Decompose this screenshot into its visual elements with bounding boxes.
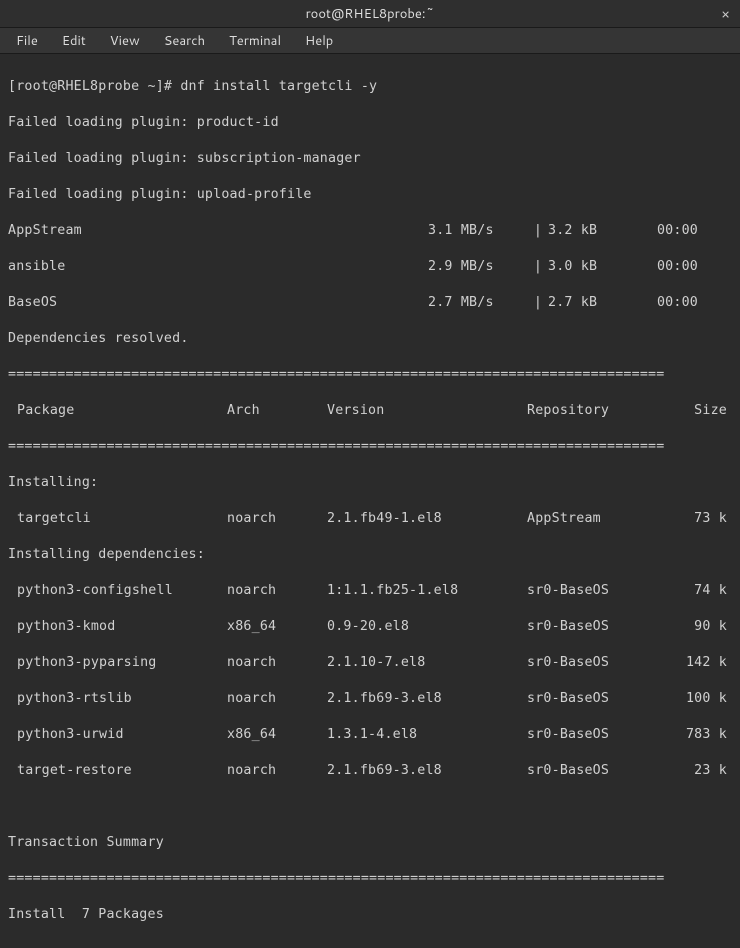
col-repository: Repository — [527, 402, 667, 420]
install-count: Install 7 Packages — [8, 906, 732, 924]
repo-time: 00:00 — [628, 222, 698, 240]
pkg-arch: x86_64 — [227, 726, 327, 744]
pkg-name: targetcli — [17, 510, 227, 528]
repo-time: 00:00 — [628, 258, 698, 276]
package-row: python3-configshellnoarch1:1.1.fb25-1.el… — [8, 582, 732, 600]
pkg-version: 1.3.1-4.el8 — [327, 726, 527, 744]
repo-row: BaseOS2.7 MB/s|2.7 kB00:00 — [8, 294, 732, 312]
separator-line: ========================================… — [8, 366, 732, 384]
table-header: PackageArchVersionRepositorySize — [8, 402, 732, 420]
pkg-repo: sr0-BaseOS — [527, 618, 667, 636]
command-text: dnf install targetcli -y — [180, 79, 377, 94]
output-line: Failed loading plugin: product-id — [8, 114, 732, 132]
window-titlebar: root@RHEL8probe:~ × — [0, 0, 740, 28]
menu-file[interactable]: File — [6, 28, 48, 54]
pkg-arch: noarch — [227, 762, 327, 780]
pkg-name: target-restore — [17, 762, 227, 780]
pkg-name: python3-pyparsing — [17, 654, 227, 672]
pkg-version: 2.1.fb49-1.el8 — [327, 510, 527, 528]
pkg-size: 100 k — [667, 690, 727, 708]
package-row: targetclinoarch2.1.fb49-1.el8AppStream73… — [8, 510, 732, 528]
repo-bytes: 3.0 kB — [548, 258, 628, 276]
pkg-version: 1:1.1.fb25-1.el8 — [327, 582, 527, 600]
pkg-size: 74 k — [667, 582, 727, 600]
repo-name: AppStream — [8, 222, 428, 240]
pkg-repo: sr0-BaseOS — [527, 582, 667, 600]
close-icon[interactable]: × — [721, 4, 730, 24]
output-line: Failed loading plugin: subscription-mana… — [8, 150, 732, 168]
repo-name: ansible — [8, 258, 428, 276]
repo-bytes: 3.2 kB — [548, 222, 628, 240]
window-title: root@RHEL8probe:~ — [306, 5, 435, 23]
repo-speed: 2.9 MB/s — [428, 258, 528, 276]
col-version: Version — [327, 402, 527, 420]
pkg-version: 2.1.fb69-3.el8 — [327, 690, 527, 708]
col-package: Package — [17, 402, 227, 420]
pkg-size: 783 k — [667, 726, 727, 744]
pipe-icon: | — [528, 258, 548, 276]
pipe-icon: | — [528, 294, 548, 312]
installing-deps-section-label: Installing dependencies: — [8, 546, 732, 564]
pkg-version: 2.1.fb69-3.el8 — [327, 762, 527, 780]
menu-help[interactable]: Help — [295, 28, 343, 54]
col-size: Size — [667, 402, 727, 420]
repo-name: BaseOS — [8, 294, 428, 312]
pkg-name: python3-rtslib — [17, 690, 227, 708]
pkg-version: 2.1.10-7.el8 — [327, 654, 527, 672]
pkg-name: python3-urwid — [17, 726, 227, 744]
pkg-name: python3-configshell — [17, 582, 227, 600]
pkg-size: 23 k — [667, 762, 727, 780]
installing-section-label: Installing: — [8, 474, 732, 492]
package-row: python3-urwidx86_641.3.1-4.el8sr0-BaseOS… — [8, 726, 732, 744]
pkg-repo: sr0-BaseOS — [527, 762, 667, 780]
shell-prompt: [root@RHEL8probe ~]# — [8, 79, 180, 94]
menu-search[interactable]: Search — [154, 28, 215, 54]
menu-view[interactable]: View — [100, 28, 150, 54]
package-row: python3-pyparsingnoarch2.1.10-7.el8sr0-B… — [8, 654, 732, 672]
terminal-output[interactable]: [root@RHEL8probe ~]# dnf install targetc… — [0, 54, 740, 948]
pkg-version: 0.9-20.el8 — [327, 618, 527, 636]
prompt-line: [root@RHEL8probe ~]# dnf install targetc… — [8, 78, 732, 96]
pipe-icon: | — [528, 222, 548, 240]
pkg-repo: sr0-BaseOS — [527, 654, 667, 672]
package-row: python3-kmodx86_640.9-20.el8sr0-BaseOS90… — [8, 618, 732, 636]
pkg-repo: sr0-BaseOS — [527, 726, 667, 744]
menu-edit[interactable]: Edit — [52, 28, 96, 54]
blank-line — [8, 798, 732, 816]
pkg-arch: noarch — [227, 654, 327, 672]
output-line: Dependencies resolved. — [8, 330, 732, 348]
package-row: target-restorenoarch2.1.fb69-3.el8sr0-Ba… — [8, 762, 732, 780]
pkg-arch: noarch — [227, 510, 327, 528]
pkg-repo: sr0-BaseOS — [527, 690, 667, 708]
separator-line: ========================================… — [8, 438, 732, 456]
col-arch: Arch — [227, 402, 327, 420]
menubar: File Edit View Search Terminal Help — [0, 28, 740, 54]
pkg-arch: noarch — [227, 690, 327, 708]
repo-speed: 2.7 MB/s — [428, 294, 528, 312]
pkg-size: 73 k — [667, 510, 727, 528]
pkg-size: 142 k — [667, 654, 727, 672]
repo-row: ansible2.9 MB/s|3.0 kB00:00 — [8, 258, 732, 276]
repo-row: AppStream3.1 MB/s|3.2 kB00:00 — [8, 222, 732, 240]
pkg-repo: AppStream — [527, 510, 667, 528]
package-row: python3-rtslibnoarch2.1.fb69-3.el8sr0-Ba… — [8, 690, 732, 708]
pkg-size: 90 k — [667, 618, 727, 636]
separator-line: ========================================… — [8, 870, 732, 888]
pkg-arch: noarch — [227, 582, 327, 600]
pkg-name: python3-kmod — [17, 618, 227, 636]
transaction-summary-label: Transaction Summary — [8, 834, 732, 852]
pkg-arch: x86_64 — [227, 618, 327, 636]
repo-bytes: 2.7 kB — [548, 294, 628, 312]
output-line: Failed loading plugin: upload-profile — [8, 186, 732, 204]
menu-terminal[interactable]: Terminal — [219, 28, 291, 54]
repo-time: 00:00 — [628, 294, 698, 312]
repo-speed: 3.1 MB/s — [428, 222, 528, 240]
